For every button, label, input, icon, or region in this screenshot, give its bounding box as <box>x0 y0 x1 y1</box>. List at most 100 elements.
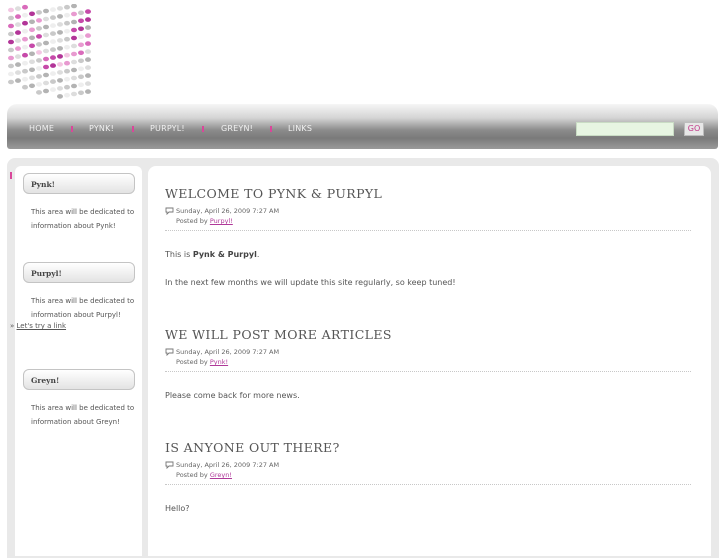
logo-dot <box>64 92 70 98</box>
posted-by-label: Posted by <box>176 217 208 225</box>
logo-dot <box>57 70 63 75</box>
post-body-line: In the next few months we will update th… <box>165 278 456 287</box>
logo-dot <box>78 10 84 16</box>
logo-dot <box>71 19 77 25</box>
post-date: Sunday, April 26, 2009 7:27 AM <box>176 348 280 356</box>
logo-dot <box>64 4 70 10</box>
post-divider <box>165 484 691 485</box>
logo-dot <box>22 84 28 90</box>
top-navigation-bar: HOME PYNK! PURPYL! GREYN! LINKS GO <box>7 104 718 149</box>
logo-dot <box>57 30 63 35</box>
logo-dot <box>22 76 28 82</box>
logo-dot <box>64 44 70 50</box>
logo-dot <box>50 47 56 52</box>
logo-dot <box>29 35 35 41</box>
post-title[interactable]: WE WILL POST MORE ARTICLES <box>165 327 392 342</box>
nav-separator <box>270 126 272 132</box>
logo-dot <box>50 31 56 36</box>
sidebar-text-line: information about Greyn! <box>31 418 120 426</box>
logo-dot <box>85 65 91 70</box>
logo-dot <box>71 43 77 49</box>
logo-dot <box>78 50 84 56</box>
post-author-link[interactable]: Purpyl! <box>210 217 233 225</box>
search-input[interactable] <box>576 122 674 136</box>
logo-dot <box>78 34 84 40</box>
logo-dot <box>36 74 42 79</box>
nav-purpyl[interactable]: PURPYL! <box>150 124 185 133</box>
logo-dot <box>36 82 42 87</box>
logo-dot <box>64 68 70 74</box>
logo-dot <box>36 58 42 63</box>
post-author-link[interactable]: Greyn! <box>210 471 232 479</box>
post-text: Hello? <box>165 504 190 513</box>
nav-greyn[interactable]: GREYN! <box>221 124 253 133</box>
logo-dot <box>50 87 56 92</box>
logo-dot <box>15 54 21 59</box>
logo-dot <box>22 12 28 18</box>
logo-dot <box>64 76 70 82</box>
logo-dot <box>29 83 35 89</box>
logo-dot <box>29 11 35 17</box>
post-text: . <box>256 250 260 259</box>
logo-dot <box>64 28 70 34</box>
logo-dot <box>43 48 49 54</box>
logo-dot <box>71 51 77 57</box>
logo-dot <box>29 51 35 57</box>
posted-by-label: Posted by <box>176 358 208 366</box>
logo-dot <box>36 66 42 71</box>
post-title[interactable]: WELCOME TO PYNK & PURPYL <box>165 186 382 201</box>
logo-dot <box>57 38 63 43</box>
post-title[interactable]: IS ANYONE OUT THERE? <box>165 440 340 455</box>
logo-dot <box>29 27 35 33</box>
logo-dot <box>64 12 70 18</box>
nav-links[interactable]: LINKS <box>288 124 312 133</box>
sidebar-title-pynk: Pynk! <box>23 173 135 194</box>
sidebar-link[interactable]: Let's try a link <box>17 322 67 330</box>
logo-dot <box>71 67 77 73</box>
logo-dot <box>57 94 63 99</box>
comment-icon <box>165 461 174 469</box>
post-body-line: Please come back for more news. <box>165 391 300 400</box>
logo-dot <box>29 19 35 25</box>
logo-dot <box>64 36 70 42</box>
search-go-button[interactable]: GO <box>684 122 704 136</box>
logo-dot <box>85 17 91 22</box>
logo-dot <box>15 78 21 83</box>
logo-dot <box>22 44 28 50</box>
logo-dot <box>85 41 91 46</box>
logo-dot <box>85 33 91 38</box>
sidebar-link-row: » Let's try a link <box>10 322 66 330</box>
logo-dot-grid <box>8 3 91 99</box>
post-date: Sunday, April 26, 2009 7:27 AM <box>176 207 280 215</box>
nav-pynk[interactable]: PYNK! <box>89 124 114 133</box>
logo-dot <box>85 89 91 94</box>
sidebar-text-line: This area will be dedicated to <box>31 297 135 305</box>
logo-dot <box>57 6 63 11</box>
logo-dot <box>29 43 35 49</box>
logo-dot <box>43 16 49 22</box>
logo-dot <box>8 47 14 53</box>
logo-dot <box>29 67 35 73</box>
sidebar: Pynk! This area will be dedicated to inf… <box>15 166 142 556</box>
sidebar-text-greyn: This area will be dedicated to informati… <box>31 401 149 429</box>
logo-dot <box>50 79 56 84</box>
logo-dot <box>8 63 14 69</box>
logo-dot <box>8 31 14 37</box>
post-meta: Sunday, April 26, 2009 7:27 AM Posted by… <box>165 460 279 480</box>
post-date: Sunday, April 26, 2009 7:27 AM <box>176 461 280 469</box>
logo-dot <box>8 7 14 13</box>
logo-dot <box>57 46 63 51</box>
logo-dot <box>71 83 77 89</box>
nav-home[interactable]: HOME <box>29 124 54 133</box>
post-author-link[interactable]: Pynk! <box>210 358 228 366</box>
logo-dot <box>64 20 70 26</box>
logo-dot <box>71 35 77 41</box>
logo-dot <box>15 30 21 35</box>
logo-dot <box>36 90 42 95</box>
logo-dot <box>57 86 63 91</box>
logo-dot <box>22 20 28 26</box>
site-logo[interactable] <box>6 3 96 100</box>
logo-dot <box>8 71 14 77</box>
logo-dot <box>78 90 84 96</box>
logo-dot <box>36 26 42 31</box>
